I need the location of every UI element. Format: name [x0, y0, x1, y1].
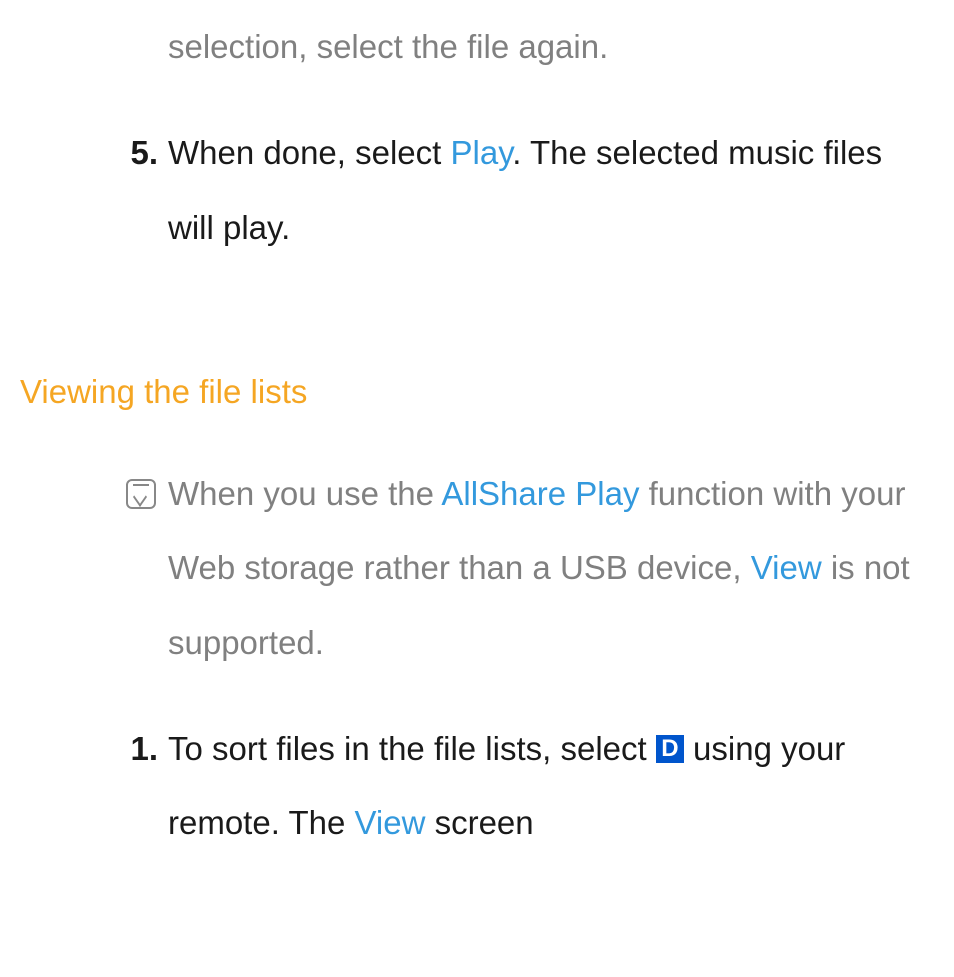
previous-step-fragment: selection, select the file again.	[20, 10, 934, 84]
note-icon-wrap	[108, 457, 168, 680]
fragment-text: selection, select the file again.	[168, 28, 608, 65]
note-text: When you use the AllShare Play function …	[168, 457, 934, 680]
step-5-number: 5.	[108, 116, 168, 265]
view-keyword-1: View	[751, 549, 822, 586]
step-1: 1. To sort files in the file lists, sele…	[20, 712, 934, 861]
play-keyword: Play	[451, 134, 513, 171]
view-keyword-2: View	[354, 804, 425, 841]
d-button-icon: D	[656, 735, 684, 763]
section-heading: Viewing the file lists	[20, 355, 934, 429]
step1-t3: screen	[425, 804, 533, 841]
note-icon	[126, 479, 156, 509]
step5-before: When done, select	[168, 134, 451, 171]
step-5: 5. When done, select Play. The selected …	[20, 116, 934, 265]
document-content: selection, select the file again. 5. Whe…	[0, 0, 954, 860]
note-t1: When you use the	[168, 475, 441, 512]
note-block: When you use the AllShare Play function …	[20, 457, 934, 680]
step-5-text: When done, select Play. The selected mus…	[168, 116, 934, 265]
step1-t1: To sort files in the file lists, select	[168, 730, 656, 767]
allshare-keyword: AllShare Play	[441, 475, 639, 512]
step-1-number: 1.	[108, 712, 168, 861]
step-1-text: To sort files in the file lists, select …	[168, 712, 934, 861]
